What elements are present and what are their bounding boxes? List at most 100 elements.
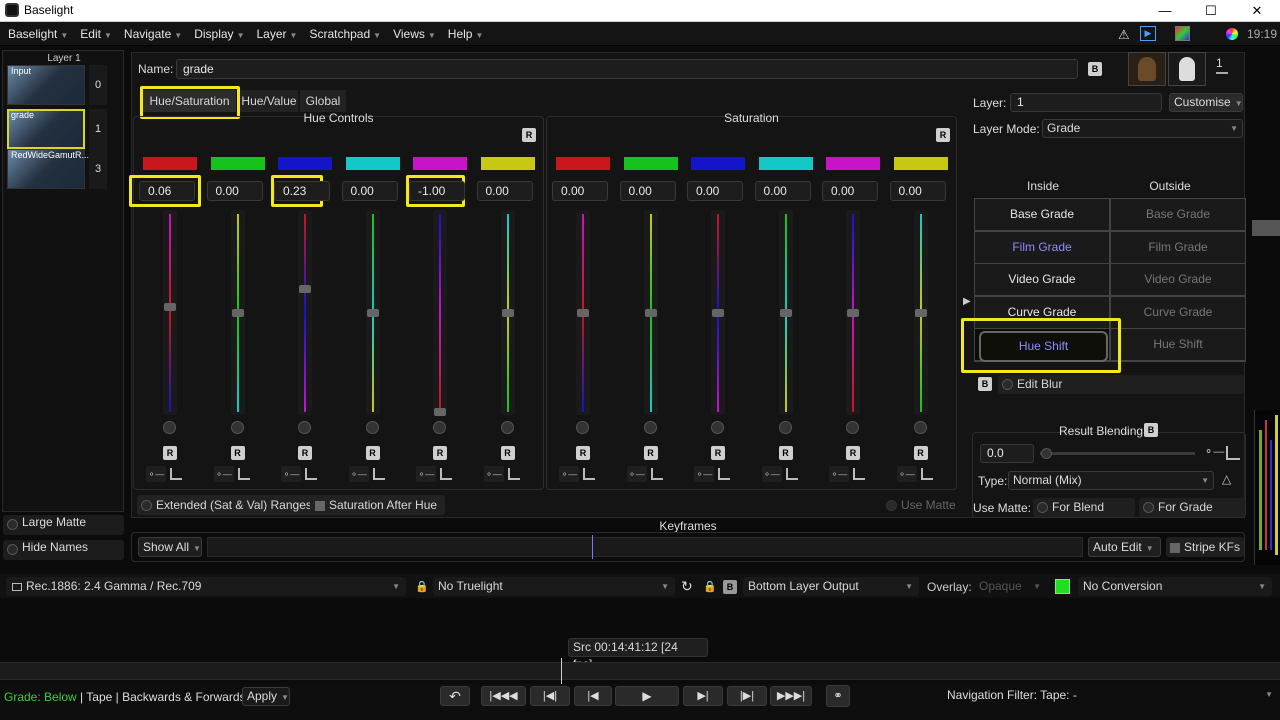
color-wheel-icon[interactable] xyxy=(1226,28,1238,40)
go-start-icon[interactable]: |◀◀◀ xyxy=(481,686,526,706)
use-matte-radio[interactable] xyxy=(886,500,897,512)
hue_controls-enable-toggle[interactable] xyxy=(500,421,514,434)
go-end-icon[interactable]: ▶▶▶| xyxy=(770,686,812,706)
hide-names-radio[interactable] xyxy=(7,544,18,556)
reset-icon[interactable]: R xyxy=(711,446,725,460)
hue_controls-enable-toggle[interactable] xyxy=(365,421,379,434)
show-all-dropdown[interactable]: Show All ▼ xyxy=(138,537,202,557)
blur-b-icon[interactable]: B xyxy=(978,377,992,391)
menu-navigate[interactable]: Navigate ▼ xyxy=(118,22,188,48)
output-dropdown[interactable]: Bottom Layer Output ▼ xyxy=(743,577,919,596)
blend-slider-handle[interactable] xyxy=(1041,448,1052,459)
blend-slider[interactable] xyxy=(1040,452,1195,455)
reset-icon[interactable]: R xyxy=(576,446,590,460)
inside-grade-video-grade[interactable]: Video Grade xyxy=(975,264,1109,296)
curve-icon[interactable] xyxy=(440,468,452,480)
blend-curve-icon[interactable] xyxy=(1226,446,1240,460)
saturation-value-input[interactable]: 0.00 xyxy=(889,181,946,201)
conversion-dropdown[interactable]: No Conversion ▼ xyxy=(1078,577,1272,596)
hue_controls-slider-handle[interactable] xyxy=(366,309,379,317)
keyframe-icon[interactable]: ⚬— xyxy=(348,466,369,482)
for-grade-toggle[interactable]: For Grade xyxy=(1139,498,1245,517)
keyframe-icon[interactable]: ⚬— xyxy=(416,466,436,482)
saturation-value-input[interactable]: 0.00 xyxy=(552,181,608,201)
hue_controls-slider-handle[interactable] xyxy=(231,309,244,317)
layer-input[interactable]: 1 xyxy=(1010,93,1162,112)
customise-dropdown[interactable]: Customise ▼ xyxy=(1169,93,1243,112)
next-frame-icon[interactable]: ▶| xyxy=(683,686,723,706)
reset-icon[interactable]: R xyxy=(433,446,447,460)
curve-icon[interactable] xyxy=(170,468,182,480)
lock2-icon[interactable]: 🔒 xyxy=(703,580,717,593)
layer-item[interactable]: grade 1 xyxy=(7,109,121,149)
saturation-enable-toggle[interactable] xyxy=(913,421,927,434)
hue-shift-inside-button[interactable]: Hue Shift xyxy=(979,331,1108,362)
color-icon[interactable] xyxy=(1175,26,1190,41)
saturation-value-input[interactable]: 0.00 xyxy=(822,181,878,201)
lock-icon[interactable]: 🔒 xyxy=(415,580,429,593)
reset-icon[interactable]: R xyxy=(500,446,515,460)
overlay-dropdown[interactable]: Opaque ▼ xyxy=(975,577,1045,596)
minimize-icon[interactable]: — xyxy=(1142,0,1188,22)
timecode-dropdown[interactable]: Src 00:14:41:12 [24 fps]▼ xyxy=(568,638,708,671)
hue_controls-enable-toggle[interactable] xyxy=(298,421,311,434)
grade-status-value[interactable]: Below xyxy=(44,690,77,704)
for-grade-radio[interactable] xyxy=(1143,502,1154,514)
keyframe-icon[interactable]: ⚬— xyxy=(626,466,647,482)
truelight-dropdown[interactable]: No Truelight ▼ xyxy=(433,577,675,596)
refresh-icon[interactable]: ↻ xyxy=(681,578,693,595)
reset-icon[interactable]: R xyxy=(230,446,245,460)
blend-value-input[interactable]: 0.0 xyxy=(980,444,1034,463)
output-b-icon[interactable]: B xyxy=(723,580,737,594)
timeline-track[interactable] xyxy=(0,662,1280,680)
undo-icon[interactable]: ↶ xyxy=(440,686,470,706)
keyframe-icon[interactable]: ⚬— xyxy=(213,466,234,482)
tab-hue-value[interactable]: Hue/Value xyxy=(240,90,298,112)
saturation-value-input[interactable]: 0.00 xyxy=(754,181,811,201)
hue_controls-slider-handle[interactable] xyxy=(434,408,446,416)
keyframe-icon[interactable]: ⚬— xyxy=(694,466,714,482)
saturation-slider-handle[interactable] xyxy=(644,309,657,317)
keyframe-icon[interactable]: ⚬— xyxy=(281,466,301,482)
saturation-after-hue-toggle[interactable]: Saturation After Hue xyxy=(310,495,446,515)
stripe-kfs-toggle[interactable]: Stripe KFs xyxy=(1166,537,1244,557)
display-dropdown[interactable]: Rec.1886: 2.4 Gamma / Rec.709 ▼ xyxy=(6,577,406,596)
layer-item[interactable]: Input 0 xyxy=(7,65,121,105)
saturation-slider-handle[interactable] xyxy=(712,309,724,317)
hue_controls-slider-handle[interactable] xyxy=(299,285,311,294)
large-matte-radio[interactable] xyxy=(7,519,18,531)
menu-views[interactable]: Views ▼ xyxy=(387,22,442,48)
menu-edit[interactable]: Edit ▼ xyxy=(74,22,118,48)
warning-icon[interactable]: ⚠ xyxy=(1118,27,1130,43)
curve-icon[interactable] xyxy=(853,468,865,480)
expand-arrow-icon[interactable]: ▶ xyxy=(963,296,971,307)
play-monitor-icon[interactable]: ▶ xyxy=(1140,26,1156,41)
blend-key-icon[interactable]: ⚬— xyxy=(1204,445,1224,458)
edit-blur-radio[interactable] xyxy=(1002,379,1013,391)
hue_controls-enable-toggle[interactable] xyxy=(230,421,244,434)
outside-grade-film-grade[interactable]: Film Grade xyxy=(1111,231,1245,263)
green-swatch-icon[interactable] xyxy=(1055,579,1070,594)
extended-ranges-radio[interactable] xyxy=(141,500,152,512)
outside-grade-base-grade[interactable]: Base Grade xyxy=(1111,199,1245,230)
keyframe-icon[interactable]: ⚬— xyxy=(559,466,579,482)
portrait-thumbnail[interactable] xyxy=(1128,52,1166,86)
menu-scratchpad[interactable]: Scratchpad ▼ xyxy=(303,22,387,48)
reset-icon[interactable]: R xyxy=(846,446,860,460)
type-dropdown[interactable]: Normal (Mix) ▼ xyxy=(1008,471,1214,490)
curve-icon[interactable] xyxy=(718,468,730,480)
saturation-enable-toggle[interactable] xyxy=(846,421,859,434)
curve-icon[interactable] xyxy=(583,468,595,480)
matte-thumbnail[interactable] xyxy=(1168,52,1206,86)
hue-reset-icon[interactable]: R xyxy=(522,128,536,142)
saturation-enable-toggle[interactable] xyxy=(576,421,589,434)
reset-icon[interactable]: R xyxy=(913,446,928,460)
tab-hue-saturation[interactable]: Hue/Saturation xyxy=(143,90,236,112)
curve-icon[interactable] xyxy=(237,468,250,480)
for-blend-radio[interactable] xyxy=(1037,502,1048,514)
hue_controls-value-input[interactable]: 0.00 xyxy=(206,181,263,201)
reset-icon[interactable]: R xyxy=(298,446,312,460)
layer-mode-dropdown[interactable]: Grade ▼ xyxy=(1042,119,1243,138)
keyframe-icon[interactable]: ⚬— xyxy=(896,466,917,482)
menu-baselight[interactable]: Baselight ▼ xyxy=(2,22,74,48)
